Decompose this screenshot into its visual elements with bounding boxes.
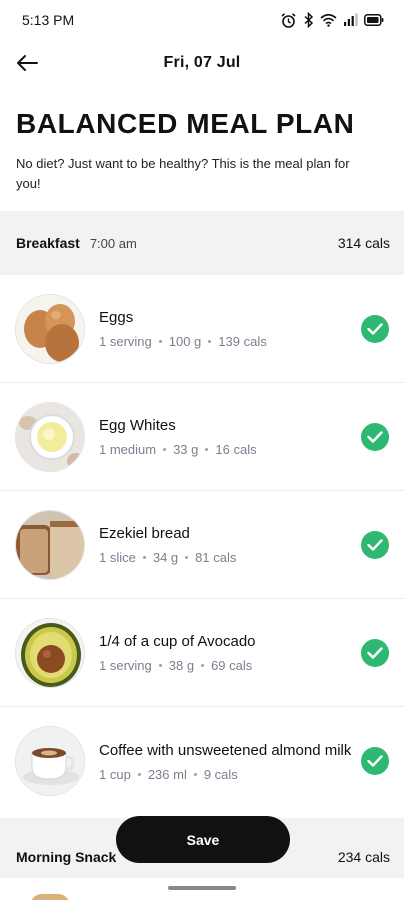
save-button[interactable]: Save <box>116 816 290 863</box>
section-name: Morning Snack <box>16 849 117 865</box>
list-item[interactable]: Coffee with unsweetened almond milk 1 cu… <box>0 707 404 815</box>
checkmark-icon <box>367 755 383 767</box>
date-title: Fri, 07 Jul <box>163 54 241 71</box>
meal-weight: 38 g <box>168 658 195 673</box>
meal-cals: 16 cals <box>215 442 257 457</box>
home-indicator[interactable] <box>168 886 236 890</box>
separator-dot <box>208 340 212 343</box>
meal-name: 1/4 of a cup of Avocado <box>99 633 256 650</box>
meal-info: 1/4 of a cup of Avocado 1 serving 38 g 6… <box>99 632 361 673</box>
checkmark-icon <box>367 646 383 659</box>
section-header-breakfast: Breakfast 7:00 am 314 cals <box>0 211 404 275</box>
meal-meta: 1 serving 38 g 69 cals <box>99 658 361 673</box>
meal-info: Ezekiel bread 1 slice 34 g 81 cals <box>99 524 361 565</box>
separator-dot <box>158 340 162 343</box>
signal-icon <box>344 13 358 26</box>
meal-meta: 1 cup 236 ml 9 cals <box>99 767 361 782</box>
meal-name: Eggs <box>99 309 134 326</box>
meal-meta: 1 medium 33 g 16 cals <box>99 442 361 457</box>
meal-cals: 139 cals <box>218 334 267 349</box>
breakfast-list: Eggs 1 serving 100 g 139 cals Egg Whites <box>0 275 404 815</box>
list-item[interactable]: Eggs 1 serving 100 g 139 cals <box>0 275 404 383</box>
list-item[interactable]: 1/4 of a cup of Avocado 1 serving 38 g 6… <box>0 599 404 707</box>
meal-name: Coffee with unsweetened almond milk <box>99 741 352 759</box>
meal-cals: 81 cals <box>195 550 237 565</box>
separator-dot <box>142 556 146 559</box>
list-item[interactable]: Ezekiel bread 1 slice 34 g 81 cals <box>0 491 404 599</box>
meal-name: Ezekiel bread <box>99 525 190 542</box>
back-button[interactable] <box>12 48 42 78</box>
alarm-icon <box>281 12 296 28</box>
separator-dot <box>158 664 162 667</box>
plan-title: BALANCED MEAL PLAN <box>16 108 355 139</box>
completed-check-button[interactable] <box>361 422 389 451</box>
meal-cals: 9 cals <box>203 766 238 782</box>
food-image <box>15 401 85 472</box>
completed-check-button[interactable] <box>361 314 389 343</box>
separator-dot <box>137 772 141 776</box>
meal-serving: 1 medium <box>99 442 157 457</box>
section-cals: 234 cals <box>337 849 390 865</box>
arrow-left-icon <box>17 55 38 71</box>
completed-check-button[interactable] <box>361 638 389 667</box>
meal-weight: 100 g <box>168 334 202 349</box>
meal-weight: 34 g <box>152 550 179 565</box>
checkmark-icon <box>367 538 383 551</box>
section-time: 7:00 am <box>89 235 137 251</box>
app-bar: Fri, 07 Jul <box>0 40 404 86</box>
food-image <box>15 293 85 364</box>
completed-check-button[interactable] <box>361 747 389 775</box>
separator-dot <box>201 664 205 667</box>
section-cals: 314 cals <box>337 235 390 251</box>
meal-weight: 33 g <box>173 442 199 457</box>
meal-serving: 1 slice <box>99 550 136 565</box>
separator-dot <box>163 448 167 451</box>
checkmark-icon <box>367 430 383 443</box>
completed-check-button[interactable] <box>361 530 389 559</box>
bluetooth-icon <box>304 12 314 28</box>
meal-info: Egg Whites 1 medium 33 g 16 cals <box>99 416 361 457</box>
status-time: 5:13 PM <box>22 12 75 28</box>
meal-info: Coffee with unsweetened almond milk 1 cu… <box>99 741 361 782</box>
meal-serving: 1 serving <box>99 658 152 673</box>
meal-serving: 1 cup <box>99 766 131 782</box>
food-image <box>15 509 85 580</box>
meal-cals: 69 cals <box>211 658 253 673</box>
status-bar: 5:13 PM <box>0 0 404 40</box>
meal-info: Eggs 1 serving 100 g 139 cals <box>99 308 361 349</box>
food-image <box>15 617 85 688</box>
separator-dot <box>185 556 189 559</box>
meal-meta: 1 serving 100 g 139 cals <box>99 334 361 349</box>
meal-name: Egg Whites <box>99 417 176 434</box>
meal-weight: 236 ml <box>147 766 187 782</box>
status-icons <box>280 12 384 29</box>
separator-dot <box>193 772 197 776</box>
battery-icon <box>364 14 384 26</box>
plan-description: No diet? Just want to be healthy? This i… <box>16 156 350 191</box>
section-name: Breakfast <box>16 235 80 251</box>
checkmark-icon <box>367 322 383 335</box>
food-image <box>30 894 70 900</box>
meal-meta: 1 slice 34 g 81 cals <box>99 550 361 565</box>
list-item[interactable]: Egg Whites 1 medium 33 g 16 cals <box>0 383 404 491</box>
meal-serving: 1 serving <box>99 334 152 349</box>
food-image <box>15 726 85 796</box>
wifi-icon <box>320 13 337 27</box>
separator-dot <box>205 448 209 451</box>
